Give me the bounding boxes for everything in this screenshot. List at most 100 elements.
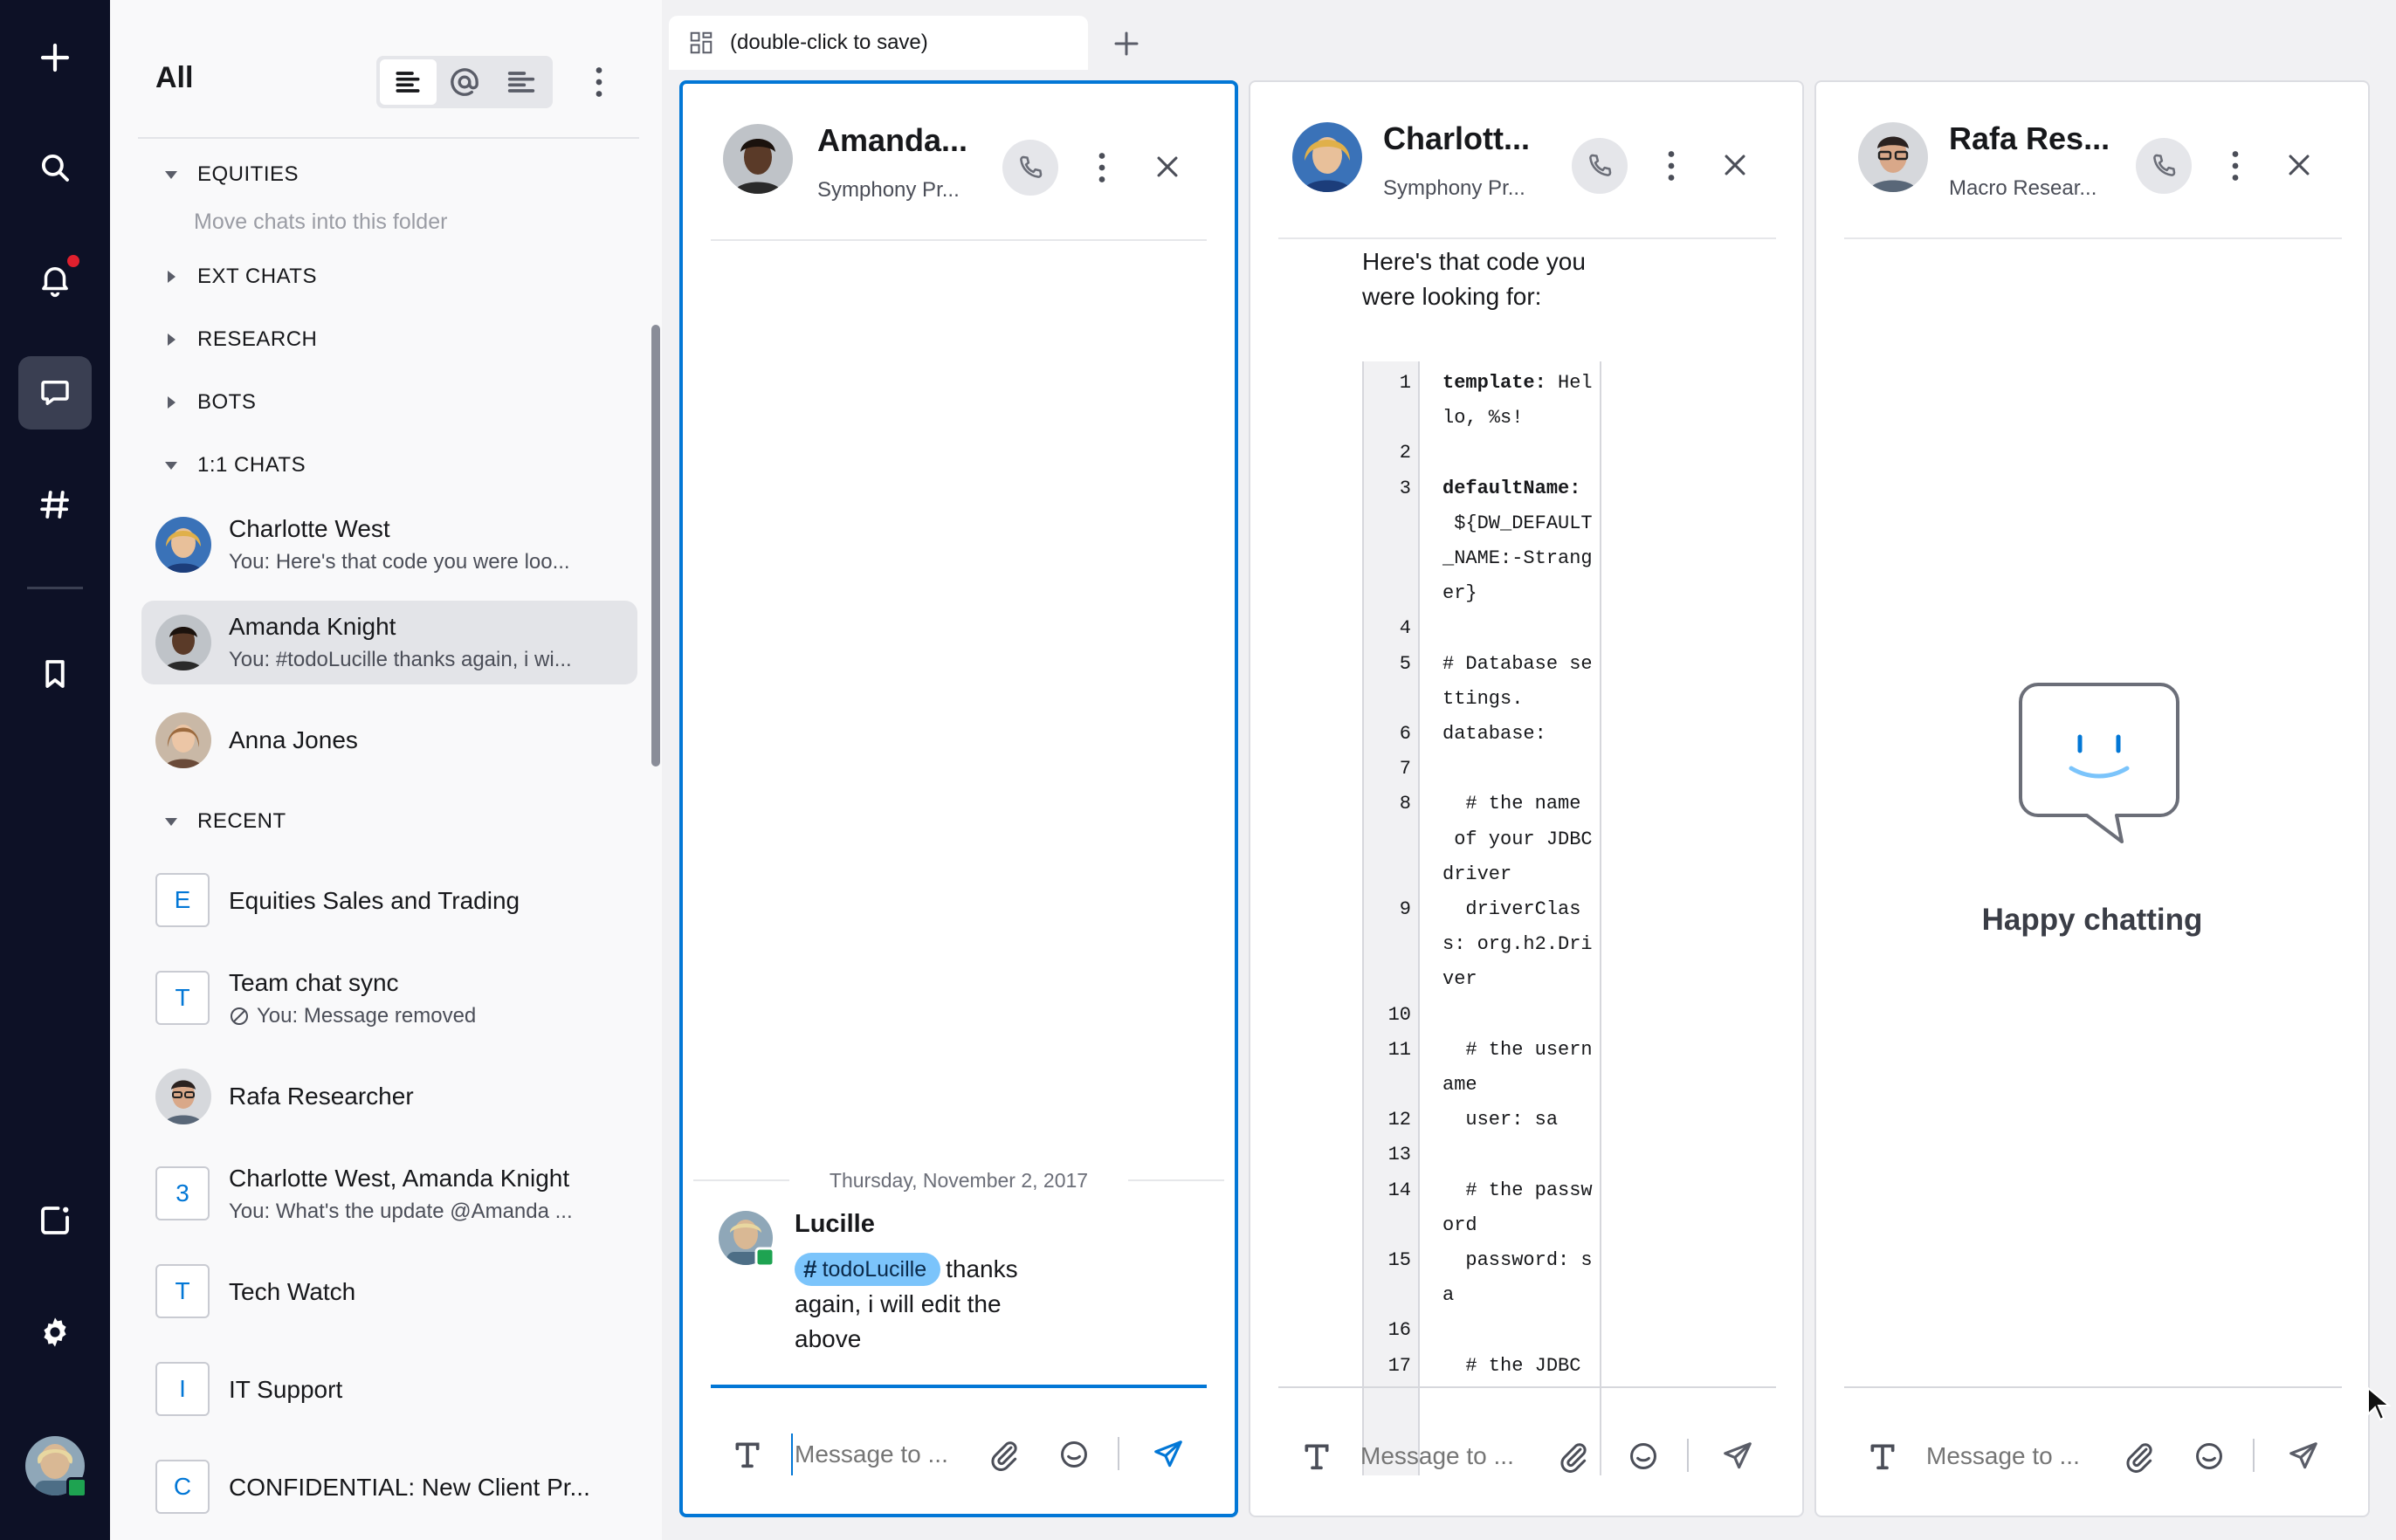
- chat-row-group-charlotte-amanda[interactable]: 3 Charlotte West, Amanda Knight You: Wha…: [141, 1152, 637, 1236]
- panel-header-divider: [711, 239, 1207, 241]
- send-button[interactable]: [1718, 1437, 1757, 1475]
- view-mentions-button[interactable]: [437, 59, 493, 105]
- nav-scrollbar[interactable]: [651, 325, 660, 767]
- date-separator: Thursday, November 2, 2017: [683, 1163, 1235, 1198]
- at-sign-icon: [451, 68, 479, 96]
- phone-icon: [2153, 154, 2176, 176]
- avatar-portrait-icon: [155, 1069, 211, 1124]
- code-line-text: # the passw: [1442, 1179, 1593, 1201]
- chat-row-it-support[interactable]: I IT Support: [141, 1348, 637, 1432]
- text-format-icon[interactable]: [730, 1437, 765, 1472]
- chat-row-charlotte-west[interactable]: Charlotte West You: Here's that code you…: [141, 503, 637, 587]
- rail-divider: [27, 587, 83, 589]
- happy-chat-bubble-icon: [2019, 683, 2179, 843]
- notifications-button[interactable]: [18, 243, 92, 316]
- code-line-number: 16: [1387, 1319, 1411, 1342]
- text-format-icon[interactable]: [1865, 1439, 1900, 1474]
- user-avatar[interactable]: [24, 1435, 87, 1498]
- emoji-button[interactable]: [1055, 1435, 1093, 1474]
- composer-divider: [711, 1385, 1207, 1388]
- chat-row-confidential[interactable]: C CONFIDENTIAL: New Client Pr...: [141, 1446, 637, 1530]
- emoji-button[interactable]: [1624, 1437, 1663, 1475]
- avatar: [723, 124, 793, 194]
- panel-more-button[interactable]: [1084, 141, 1119, 194]
- folder-ext-chats[interactable]: EXT CHATS: [159, 259, 317, 294]
- panel-more-button[interactable]: [2218, 140, 2253, 192]
- chats-button[interactable]: [18, 356, 92, 430]
- composer-divider: [1844, 1386, 2342, 1388]
- attach-button[interactable]: [1554, 1437, 1593, 1475]
- message-body: # todoLucille thanks again, i will edit th…: [795, 1252, 1074, 1357]
- chat-row-rafa-researcher[interactable]: Rafa Researcher: [141, 1055, 637, 1138]
- folder-one-to-one[interactable]: 1:1 CHATS: [159, 448, 306, 483]
- folder-label: RESEARCH: [197, 327, 318, 351]
- code-line-text: defaultName:: [1442, 477, 1581, 499]
- hashtags-button[interactable]: [18, 468, 92, 541]
- code-line-text: ver: [1442, 968, 1477, 991]
- view-list-button[interactable]: [380, 59, 437, 105]
- attach-button[interactable]: [2120, 1437, 2158, 1475]
- chat-row-team-chat-sync[interactable]: T Team chat sync You: Message removed: [141, 957, 637, 1041]
- composer-divider: [1278, 1386, 1776, 1388]
- bookmarks-button[interactable]: [18, 637, 92, 711]
- panel-close-button[interactable]: [1713, 143, 1757, 187]
- folder-recent[interactable]: RECENT: [159, 804, 286, 839]
- view-compact-button[interactable]: [492, 59, 549, 105]
- workspace-tab[interactable]: (double-click to save): [669, 16, 1088, 70]
- code-line-text: of your JDBC: [1442, 828, 1593, 850]
- chat-preview-text: You: What's the update @Amanda ...: [229, 1200, 573, 1223]
- room-letter-badge: I: [155, 1362, 210, 1416]
- grid-layout-icon: [690, 31, 713, 54]
- search-button[interactable]: [18, 131, 92, 204]
- call-button[interactable]: [1002, 140, 1058, 196]
- send-button[interactable]: [2284, 1437, 2323, 1475]
- text-format-icon[interactable]: [1299, 1439, 1334, 1474]
- chat-preview: You: Here's that code you were loo...: [229, 550, 570, 574]
- send-button[interactable]: [1149, 1435, 1188, 1474]
- chat-preview-text: You: #todoLucille thanks again, i wi...: [229, 648, 572, 671]
- apps-button[interactable]: [18, 1184, 92, 1257]
- chat-row-amanda-knight[interactable]: Amanda Knight You: #todoLucille thanks a…: [141, 601, 637, 684]
- folder-label: RECENT: [197, 809, 286, 833]
- avatar-portrait-icon: [719, 1211, 775, 1268]
- new-chat-button[interactable]: [18, 21, 92, 94]
- emoji-button[interactable]: [2190, 1437, 2228, 1475]
- avatar: [155, 1069, 211, 1124]
- chat-bubble-icon: [41, 381, 69, 405]
- folder-research[interactable]: RESEARCH: [159, 322, 317, 357]
- folder-bots[interactable]: BOTS: [159, 385, 256, 420]
- avatar-portrait-icon: [723, 124, 793, 194]
- panel-more-button[interactable]: [1654, 140, 1689, 192]
- folder-equities[interactable]: EQUITIES: [159, 157, 299, 192]
- hashtag-chip[interactable]: # todoLucille: [795, 1253, 941, 1286]
- chat-row-tech-watch[interactable]: T Tech Watch: [141, 1250, 637, 1334]
- send-icon: [1154, 1440, 1182, 1468]
- chat-row-equities-sales[interactable]: E Equities Sales and Trading: [141, 859, 637, 943]
- call-button[interactable]: [2136, 138, 2192, 194]
- panel-header-divider: [1278, 237, 1776, 239]
- message-input[interactable]: [791, 1433, 974, 1475]
- plus-icon: [40, 43, 70, 72]
- room-letter-badge: T: [155, 1264, 210, 1318]
- panel-close-button[interactable]: [2277, 143, 2321, 187]
- code-line-text: # the name: [1442, 793, 1581, 815]
- hashtag-text: todoLucille: [822, 1257, 927, 1282]
- hashtag-icon: #: [803, 1255, 817, 1282]
- nav-more-button[interactable]: [582, 58, 616, 107]
- paperclip-icon: [2126, 1443, 2152, 1473]
- call-button[interactable]: [1572, 138, 1628, 194]
- vertical-dots-icon: [1098, 153, 1105, 182]
- settings-button[interactable]: [18, 1296, 92, 1369]
- code-line-text: # the usern: [1442, 1038, 1593, 1061]
- attach-button[interactable]: [985, 1435, 1023, 1474]
- message-input[interactable]: [1360, 1435, 1544, 1477]
- chat-name: Team chat sync: [229, 969, 399, 996]
- blocked-icon: [231, 1007, 248, 1025]
- panel-close-button[interactable]: [1146, 145, 1189, 189]
- chat-row-anna-jones[interactable]: Anna Jones: [141, 698, 637, 782]
- chat-name: IT Support: [229, 1376, 343, 1403]
- add-tab-button[interactable]: [1100, 19, 1153, 68]
- code-line-number: 3: [1399, 477, 1411, 499]
- code-line-text: ttings.: [1442, 687, 1524, 710]
- message-input[interactable]: [1926, 1435, 2110, 1477]
